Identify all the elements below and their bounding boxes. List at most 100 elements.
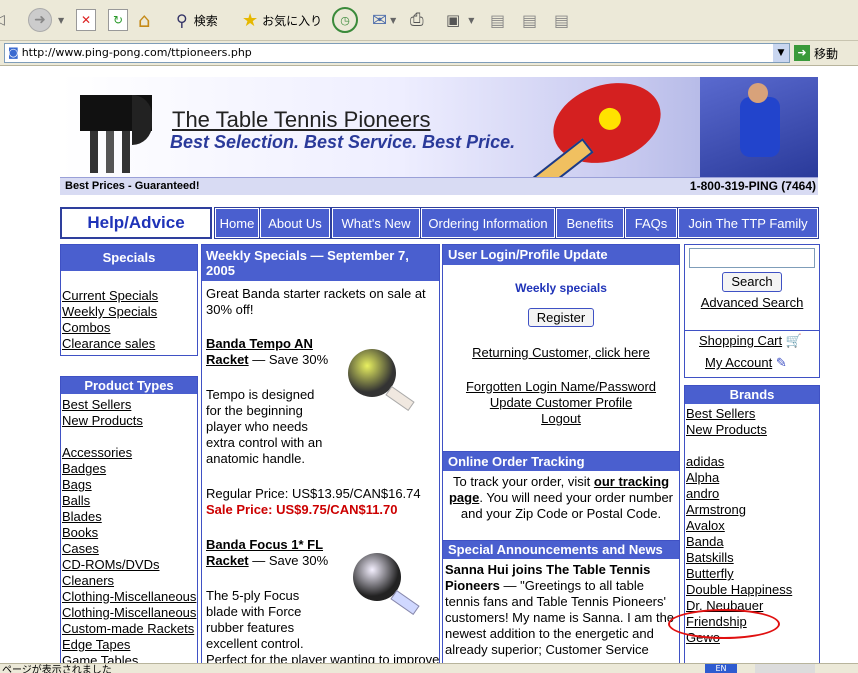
address-field[interactable]: ◙ http://www.ping-pong.com/ttpioneers.php… — [4, 43, 790, 63]
search-box: Search Advanced Search Shopping Cart 🛒 M… — [684, 244, 820, 378]
favorites-button[interactable]: ★ お気に入り — [242, 6, 322, 34]
refresh-button[interactable]: ↻ — [108, 6, 128, 34]
item2-save: — Save 30% — [252, 553, 329, 568]
product-link-best-sellers[interactable]: Best Sellers — [62, 397, 197, 413]
shopping-cart-link[interactable]: Shopping Cart — [699, 333, 782, 348]
address-dropdown-icon[interactable]: ▼ — [773, 44, 789, 62]
search-button[interactable]: ⚲ 検索 — [176, 6, 218, 34]
specials-link-clearance[interactable]: Clearance sales — [62, 336, 197, 352]
stop-button[interactable]: ✕ — [76, 6, 96, 34]
home-button[interactable]: ⌂ — [138, 6, 151, 34]
product-link-balls[interactable]: Balls — [62, 493, 197, 509]
mail-icon: ✉ — [372, 9, 388, 31]
brands-title: Brands — [685, 386, 819, 404]
product-link-new-products[interactable]: New Products — [62, 413, 197, 429]
browser-toolbar: ◁ ➜ ▼ ✕ ↻ ⌂ ⚲ 検索 ★ お気に入り ◷ ✉ ▼ ⎙ ▣ ▼ ▤ ▤… — [0, 0, 858, 41]
go-arrow-icon: ➜ — [794, 45, 810, 61]
specials-list: Current Specials Weekly Specials Combos … — [61, 271, 197, 352]
brand-link-adidas[interactable]: adidas — [686, 454, 819, 470]
brand-link-banda[interactable]: Banda — [686, 534, 819, 550]
url-text: http://www.ping-pong.com/ttpioneers.php — [21, 46, 252, 59]
nav-whats-new[interactable]: What's New — [331, 207, 421, 239]
product-link-edge-tapes[interactable]: Edge Tapes — [62, 637, 197, 653]
brand-link-new-products[interactable]: New Products — [686, 422, 819, 438]
refresh-icon: ↻ — [108, 9, 128, 31]
nav-faqs[interactable]: FAQs — [624, 207, 678, 239]
item1-description: Tempo is designed for the beginning play… — [206, 387, 323, 466]
player-photo — [700, 77, 818, 177]
tracking-text-1: To track your order, visit — [452, 474, 591, 489]
product-link-cases[interactable]: Cases — [62, 541, 197, 557]
product-link-clothing-2[interactable]: Clothing-Miscellaneous — [62, 605, 197, 621]
order-tracking-box: Online Order Tracking To track your orde… — [442, 451, 680, 541]
nav-about-us[interactable]: About Us — [259, 207, 331, 239]
product-link-clothing-1[interactable]: Clothing-Miscellaneous — [62, 589, 197, 605]
brand-link-alpha[interactable]: Alpha — [686, 470, 819, 486]
brand-link-butterfly[interactable]: Butterfly — [686, 566, 819, 582]
update-profile-link[interactable]: Update Customer Profile — [490, 395, 632, 410]
weekly-specials-title: Weekly Specials — September 7, 2005 — [202, 245, 439, 281]
research-button-1[interactable]: ▤ — [490, 6, 505, 34]
brand-link-batskills[interactable]: Batskills — [686, 550, 819, 566]
size-button[interactable]: ▣ ▼ — [446, 6, 474, 34]
go-label: 移動 — [814, 46, 839, 61]
product-types-box: Product Types Best Sellers New Products … — [60, 376, 198, 673]
brand-link-avalox[interactable]: Avalox — [686, 518, 819, 534]
back-button[interactable]: ◁ — [0, 6, 5, 34]
ttp-logo[interactable] — [80, 95, 152, 175]
weekly-intro: Great Banda starter rackets on sale at 3… — [206, 286, 426, 317]
printer-icon: ⎙ — [410, 10, 424, 30]
nav-join-ttp-family[interactable]: Join The TTP Family — [677, 207, 819, 239]
nav-ordering-information[interactable]: Ordering Information — [420, 207, 556, 239]
product-link-accessories[interactable]: Accessories — [62, 445, 197, 461]
returning-customer-link[interactable]: Returning Customer, click here — [472, 345, 650, 360]
specials-title: Specials — [61, 245, 197, 271]
highlight-ellipse — [668, 609, 780, 639]
product-link-blades[interactable]: Blades — [62, 509, 197, 525]
research-button-2[interactable]: ▤ — [522, 6, 537, 34]
document-icon-2: ▤ — [522, 10, 538, 30]
phone-number: 1-800-319-PING (7464) — [689, 179, 816, 193]
mail-button[interactable]: ✉ ▼ — [372, 6, 396, 34]
brand-link-double-happiness[interactable]: Double Happiness — [686, 582, 819, 598]
login-title: User Login/Profile Update — [443, 245, 679, 265]
print-button[interactable]: ⎙ — [410, 6, 424, 34]
product-link-badges[interactable]: Badges — [62, 461, 197, 477]
brand-link-best-sellers[interactable]: Best Sellers — [686, 406, 819, 422]
product-types-title: Product Types — [61, 377, 197, 394]
item2-racket-image[interactable] — [347, 553, 427, 623]
brand-link-andro[interactable]: andro — [686, 486, 819, 502]
address-bar: ◙ http://www.ping-pong.com/ttpioneers.php… — [0, 41, 858, 66]
item1-regular-price: Regular Price: US$13.95/CAN$16.74 — [206, 486, 421, 501]
item1-racket-image[interactable] — [342, 349, 422, 419]
nav-home[interactable]: Home — [214, 207, 260, 239]
site-tagline: Best Selection. Best Service. Best Price… — [170, 132, 516, 152]
research-button-3[interactable]: ▤ — [554, 6, 569, 34]
forgot-login-link[interactable]: Forgotten Login Name/Password — [466, 379, 656, 394]
product-link-cdroms[interactable]: CD-ROMs/DVDs — [62, 557, 197, 573]
product-link-bags[interactable]: Bags — [62, 477, 197, 493]
my-account-link[interactable]: My Account — [705, 355, 772, 370]
tracking-title: Online Order Tracking — [443, 452, 679, 471]
item2-heading: Banda Focus 1* FL Racket — Save 30% — [206, 537, 330, 569]
specials-link-combos[interactable]: Combos — [62, 320, 197, 336]
forward-button[interactable]: ➜ ▼ — [28, 6, 64, 34]
product-link-cleaners[interactable]: Cleaners — [62, 573, 197, 589]
site-search-button[interactable]: Search — [722, 272, 782, 292]
advanced-search-link[interactable]: Advanced Search — [701, 295, 804, 310]
page-icon: ◙ — [8, 46, 19, 59]
specials-link-weekly[interactable]: Weekly Specials — [62, 304, 197, 320]
specials-box: Specials Current Specials Weekly Special… — [60, 244, 198, 356]
product-link-custom-rackets[interactable]: Custom-made Rackets — [62, 621, 197, 637]
site-search-input[interactable] — [689, 248, 815, 268]
go-button[interactable]: ➜ 移動 — [794, 43, 854, 63]
product-link-books[interactable]: Books — [62, 525, 197, 541]
magnifier-icon: ⚲ — [176, 10, 188, 30]
register-button[interactable]: Register — [527, 308, 595, 327]
history-button[interactable]: ◷ — [332, 6, 358, 34]
help-advice-button[interactable]: Help/Advice — [60, 207, 212, 239]
brand-link-armstrong[interactable]: Armstrong — [686, 502, 819, 518]
nav-benefits[interactable]: Benefits — [555, 207, 625, 239]
logout-link[interactable]: Logout — [541, 411, 581, 426]
specials-link-current[interactable]: Current Specials — [62, 288, 197, 304]
